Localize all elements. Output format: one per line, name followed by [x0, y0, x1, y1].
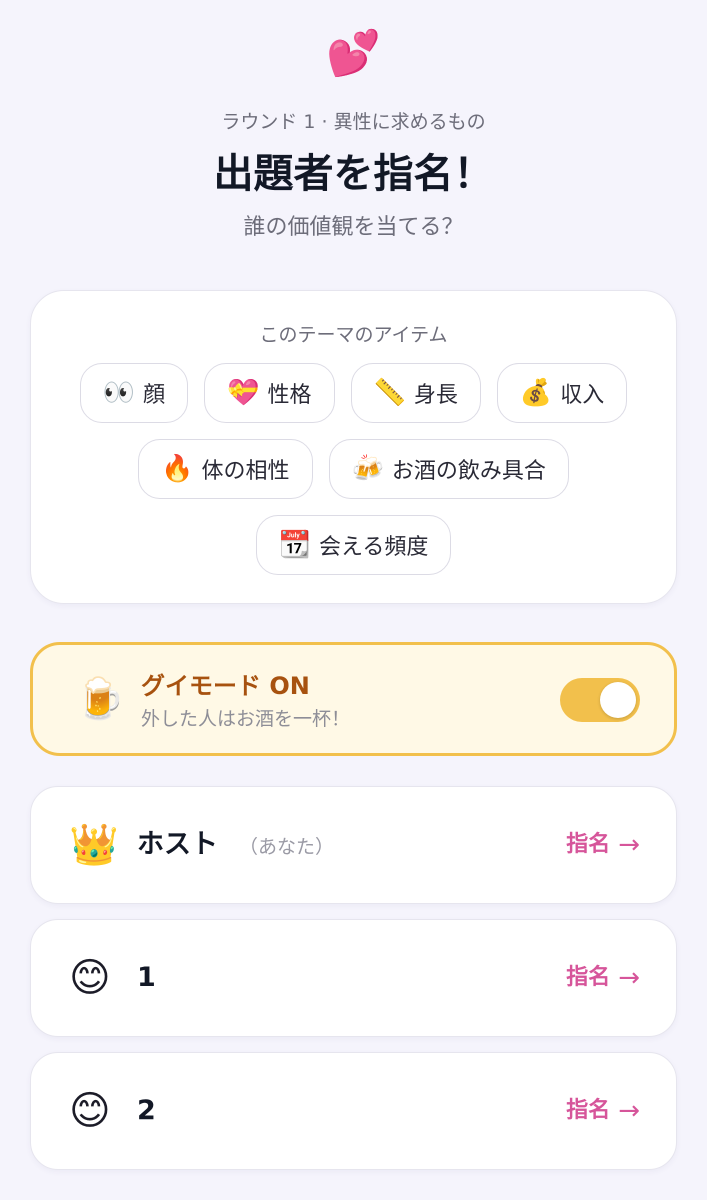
player-you-tag: （あなた）: [239, 836, 335, 858]
page-title: 出題者を指名！: [213, 151, 494, 197]
smiley-icon: 😊: [69, 955, 111, 1001]
money-bag-icon: 💰: [519, 378, 553, 408]
theme-chip-height: 📏 身長: [350, 363, 481, 423]
crown-icon: 👑: [69, 822, 119, 868]
chip-label: 収入: [560, 383, 605, 408]
calendar-icon: 📆: [278, 530, 312, 560]
theme-chip-frequency: 📆 会える頻度: [255, 515, 452, 575]
heart-gift-icon: 💝: [227, 378, 260, 408]
theme-items-card: このテーマのアイテム 👀 顔 💝 性格 📏 身長 💰 収入 🔥 体の相性 🍻 お…: [30, 290, 677, 604]
chip-label: 身長: [413, 383, 458, 408]
theme-chip-face: 👀 顔: [79, 363, 189, 423]
chip-label: 会える頻度: [319, 535, 429, 560]
theme-chip-row: 🔥 体の相性 🍻 お酒の飲み具合: [31, 439, 676, 499]
nominate-button[interactable]: 指名 →: [566, 1091, 640, 1131]
beer-icon: 🍺: [75, 676, 125, 722]
nominate-label: 指名: [566, 832, 611, 857]
nominate-label: 指名: [566, 965, 611, 990]
player-row-host[interactable]: 👑 ホスト （あなた） 指名 →: [30, 786, 677, 904]
player-name: 2: [137, 1095, 156, 1126]
chip-label: お酒の飲み具合: [391, 459, 546, 484]
beer-mugs-icon: 🍻: [351, 454, 384, 484]
drink-mode-card: 🍺 グイモード ON 外した人はお酒を一杯！: [30, 642, 677, 756]
hearts-icon: 💕: [326, 28, 381, 79]
theme-chip-personality: 💝 性格: [204, 363, 335, 423]
theme-heading: このテーマのアイテム: [259, 324, 448, 346]
theme-chip-compatibility: 🔥 体の相性: [138, 439, 313, 499]
toggle-knob: [600, 682, 636, 718]
drink-mode-toggle[interactable]: [560, 678, 640, 722]
page: 💕 ラウンド 1 · 異性に求めるもの 出題者を指名！ 誰の価値観を当てる？ こ…: [0, 0, 707, 1200]
chip-label: 性格: [267, 383, 312, 408]
arrow-right-icon: →: [618, 963, 640, 993]
chip-label: 顔: [143, 383, 166, 408]
drink-mode-description: 外した人はお酒を一杯！: [141, 708, 351, 730]
player-row-2[interactable]: 😊 2 指名 →: [30, 1052, 677, 1170]
player-name: 1: [137, 962, 156, 993]
theme-chip-income: 💰 収入: [496, 363, 628, 423]
round-label: ラウンド 1 · 異性に求めるもの: [221, 111, 486, 133]
theme-chip-row: 📆 会える頻度: [31, 515, 676, 575]
arrow-right-icon: →: [618, 830, 640, 860]
drink-mode-title: グイモード ON: [141, 672, 310, 700]
nominate-button[interactable]: 指名 →: [566, 958, 640, 998]
player-row-1[interactable]: 😊 1 指名 →: [30, 919, 677, 1037]
chip-label: 体の相性: [201, 459, 290, 484]
theme-chip-drinking: 🍻 お酒の飲み具合: [328, 439, 569, 499]
nominate-label: 指名: [566, 1098, 611, 1123]
smiley-icon: 😊: [69, 1088, 111, 1134]
fire-icon: 🔥: [161, 454, 194, 484]
player-name: ホスト: [137, 829, 218, 860]
arrow-right-icon: →: [618, 1096, 640, 1126]
eyes-icon: 👀: [102, 378, 136, 408]
nominate-button[interactable]: 指名 →: [566, 825, 640, 865]
theme-chip-row: 👀 顔 💝 性格 📏 身長 💰 収入: [31, 363, 676, 423]
ruler-icon: 📏: [373, 378, 406, 408]
page-subtitle: 誰の価値観を当てる？: [243, 215, 464, 240]
